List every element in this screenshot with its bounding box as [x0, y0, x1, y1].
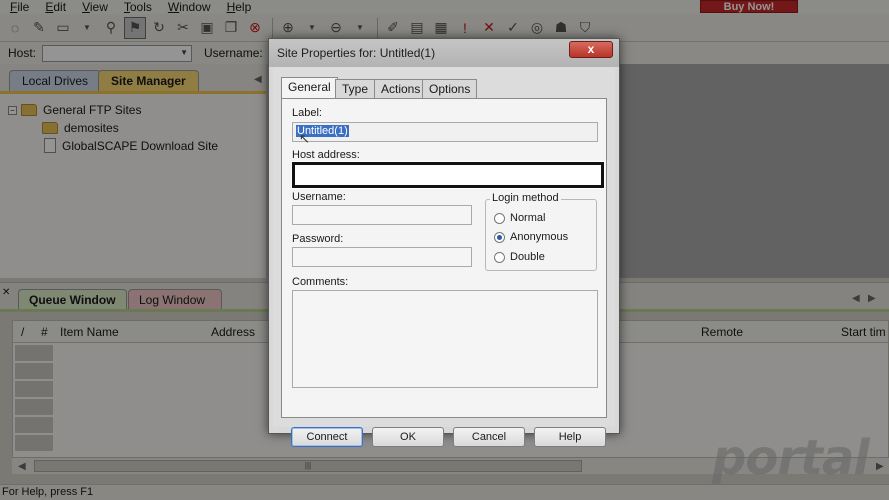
ok-button[interactable]: OK: [372, 427, 444, 447]
host-address-label: Host address:: [292, 149, 360, 161]
dialog-title: Site Properties for: Untitled(1): [269, 39, 619, 67]
comments-field[interactable]: [292, 290, 598, 388]
radio-normal[interactable]: Normal: [494, 212, 545, 224]
site-properties-dialog: Site Properties for: Untitled(1) x Gener…: [268, 38, 620, 447]
username-label: Username:: [292, 191, 346, 203]
close-button[interactable]: x: [569, 41, 613, 58]
general-panel: Label: Untitled(1) ↖ Host address: Usern…: [281, 98, 607, 418]
password-label: Password:: [292, 233, 344, 245]
radio-button[interactable]: [494, 231, 505, 243]
help-button[interactable]: Help: [534, 427, 606, 447]
username-field[interactable]: [292, 205, 472, 225]
tab-options[interactable]: Options: [422, 79, 478, 99]
password-field[interactable]: [292, 247, 472, 267]
tab-type[interactable]: Type: [335, 79, 376, 99]
radio-double-label: Double: [510, 251, 545, 263]
radio-button[interactable]: [494, 212, 505, 224]
radio-button[interactable]: [494, 251, 505, 263]
radio-double[interactable]: Double: [494, 251, 545, 263]
cursor-icon: ↖: [299, 131, 310, 146]
tab-actions[interactable]: Actions: [374, 79, 428, 99]
radio-normal-label: Normal: [510, 212, 546, 224]
cancel-button[interactable]: Cancel: [453, 427, 525, 447]
tab-general[interactable]: General: [281, 77, 338, 99]
login-method-group: Login method Normal Anonymous Double: [485, 192, 597, 271]
label-label: Label:: [292, 107, 322, 119]
host-address-field[interactable]: [292, 162, 604, 188]
label-field[interactable]: Untitled(1): [292, 122, 598, 142]
dialog-body: General Type Actions Options Label: Unti…: [273, 67, 615, 447]
comments-label: Comments:: [292, 276, 349, 288]
radio-anonymous[interactable]: Anonymous: [494, 231, 568, 243]
connect-button[interactable]: Connect: [291, 427, 363, 447]
login-method-label: Login method: [490, 192, 561, 204]
radio-anonymous-label: Anonymous: [510, 231, 569, 243]
